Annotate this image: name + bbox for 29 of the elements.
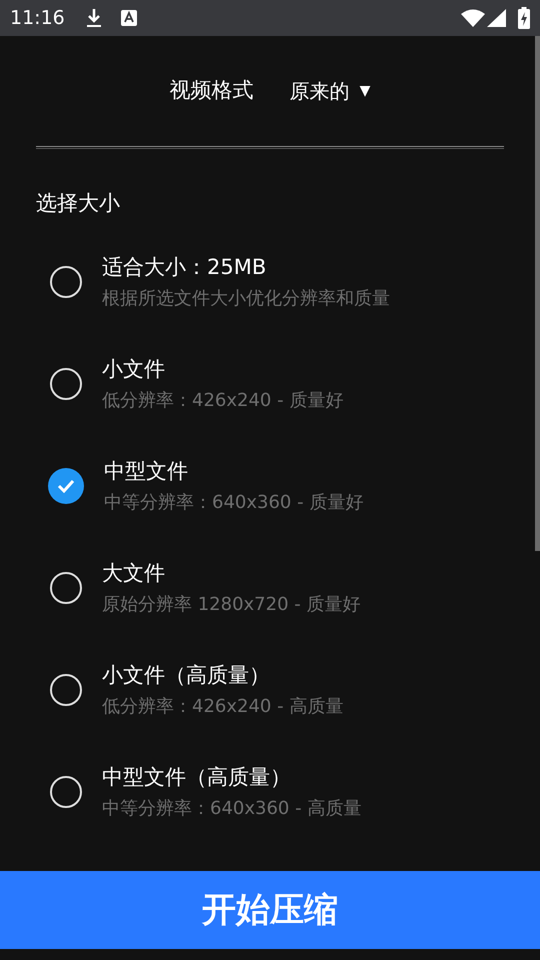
radio-button[interactable] (48, 468, 84, 504)
wifi-icon (461, 9, 485, 27)
section-title: 选择大小 (36, 190, 120, 218)
option-title: 中型文件（高质量） (102, 764, 292, 791)
clock: 11:16 (10, 6, 65, 31)
option-description: 中等分辨率：640x360 - 质量好 (104, 491, 364, 515)
option-title: 小文件（高质量） (102, 662, 271, 689)
radio-button[interactable] (50, 674, 82, 706)
option-description: 低分辨率：426x240 - 质量好 (102, 389, 344, 413)
start-compress-button[interactable]: 开始压缩 (0, 871, 540, 949)
option-description: 原始分辨率 1280x720 - 质量好 (102, 593, 360, 617)
download-icon (84, 8, 103, 28)
option-title: 小文件 (102, 356, 166, 383)
check-icon (57, 479, 75, 493)
option-description: 低分辨率：426x240 - 高质量 (102, 695, 344, 719)
option-description: 中等分辨率：640x360 - 高质量 (102, 797, 362, 821)
option-description: 根据所选文件大小优化分辨率和质量 (102, 287, 390, 311)
battery-icon (518, 7, 530, 29)
keyboard-icon (120, 10, 137, 26)
radio-button[interactable] (50, 776, 82, 808)
radio-button[interactable] (50, 266, 82, 298)
option-title: 适合大小：25MB (102, 254, 268, 281)
option-title: 大文件 (102, 560, 166, 587)
option-title: 中型文件 (104, 458, 189, 485)
radio-button[interactable] (50, 572, 82, 604)
format-label: 视频格式 (170, 77, 254, 104)
signal-icon (487, 9, 506, 27)
format-dropdown[interactable]: 原来的 ▼ (290, 76, 370, 106)
radio-button[interactable] (50, 368, 82, 400)
